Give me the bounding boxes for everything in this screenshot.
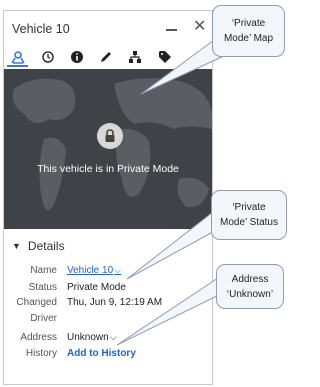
callout-address-unknown: Address ‘Unknown’	[216, 264, 284, 309]
callout-text: Mode’ Map	[223, 33, 274, 44]
callout-text: ‘Unknown’	[226, 288, 274, 300]
callout-text: ‘Private	[231, 18, 266, 29]
callout-private-mode-map: ‘Private Mode’ Map	[212, 5, 285, 57]
callout-text: Mode’ Status	[220, 217, 278, 228]
callout-text: ‘Private	[232, 202, 266, 213]
callout-text: Address	[231, 273, 269, 285]
callout-private-mode-status: ‘Private Mode’ Status	[211, 190, 287, 240]
